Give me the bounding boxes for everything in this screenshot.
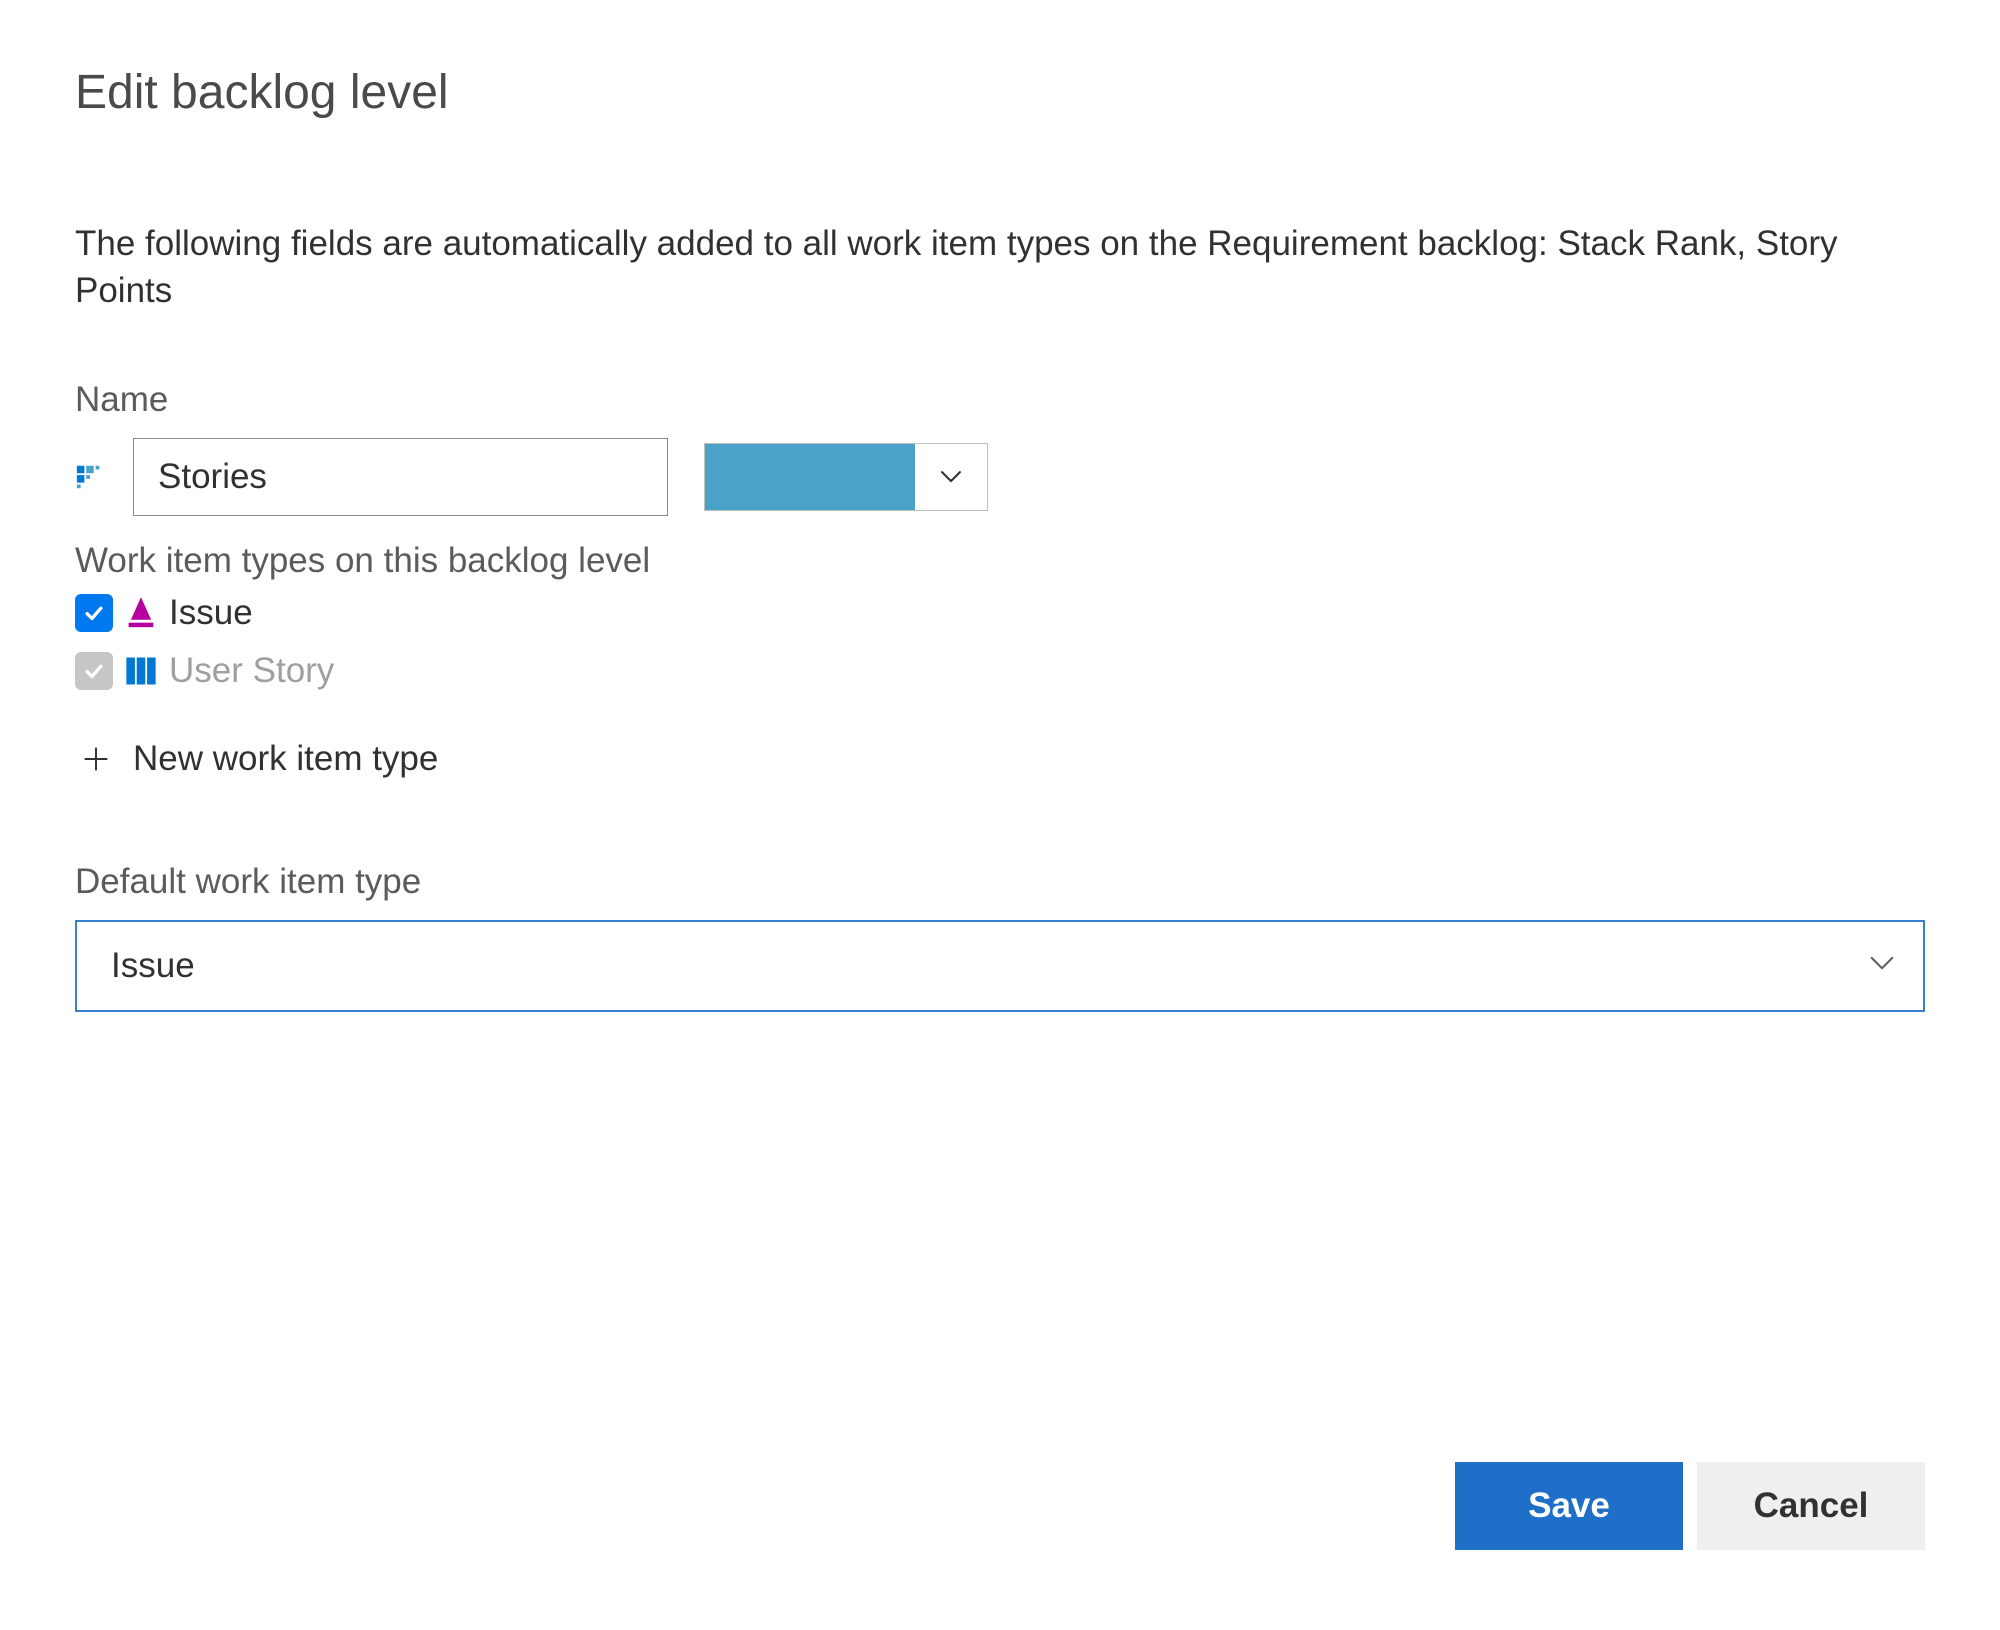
default-type-select-wrap: Issue — [75, 920, 1925, 1012]
dialog-title: Edit backlog level — [75, 65, 1925, 120]
work-item-type-issue: Issue — [75, 593, 1925, 633]
checkbox-issue[interactable] — [75, 594, 113, 632]
work-item-types-label: Work item types on this backlog level — [75, 541, 1925, 581]
cancel-button[interactable]: Cancel — [1697, 1462, 1925, 1550]
new-work-item-type-label: New work item type — [133, 739, 438, 779]
color-picker[interactable] — [704, 443, 988, 511]
color-swatch — [705, 444, 915, 510]
dialog-description: The following fields are automatically a… — [75, 220, 1925, 315]
default-type-select[interactable]: Issue — [75, 920, 1925, 1012]
save-button[interactable]: Save — [1455, 1462, 1683, 1550]
name-row — [75, 438, 1925, 516]
name-label: Name — [75, 380, 1925, 420]
checkbox-user-story — [75, 652, 113, 690]
chevron-down-icon — [915, 444, 987, 510]
book-icon — [123, 653, 159, 689]
dialog-footer: Save Cancel — [1455, 1462, 1925, 1550]
name-input[interactable] — [133, 438, 668, 516]
work-item-types-list: Issue User Story — [75, 593, 1925, 691]
plus-icon — [75, 742, 109, 776]
new-work-item-type-button[interactable]: New work item type — [75, 731, 1925, 787]
issue-label: Issue — [169, 593, 253, 633]
user-story-label: User Story — [169, 651, 334, 691]
issue-icon — [123, 595, 159, 631]
default-type-label: Default work item type — [75, 862, 1925, 902]
backlog-level-icon — [75, 462, 105, 492]
work-item-type-user-story: User Story — [75, 651, 1925, 691]
